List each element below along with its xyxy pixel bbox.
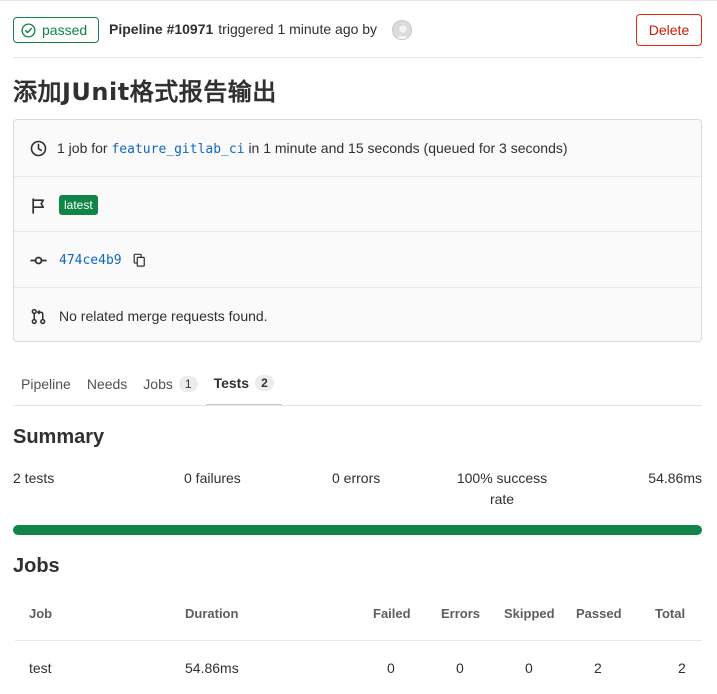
tab-tests-label: Tests: [213, 375, 250, 391]
tab-tests[interactable]: Tests 2: [205, 362, 282, 406]
cell-job-name[interactable]: test: [29, 660, 52, 676]
tab-jobs-label: Jobs: [143, 376, 173, 392]
cell-duration: 54.86ms: [185, 660, 239, 676]
cell-failed: 0: [387, 660, 395, 676]
avatar[interactable]: [392, 20, 412, 40]
column-header-total[interactable]: Total: [655, 606, 685, 621]
success-rate-line1: 100% success: [456, 470, 548, 486]
commit-row: 474ce4b9: [14, 231, 701, 288]
column-header-duration[interactable]: Duration: [185, 606, 238, 621]
cell-skipped: 0: [525, 660, 533, 676]
cell-passed: 2: [594, 660, 602, 676]
tab-pipeline-label: Pipeline: [21, 376, 71, 392]
tab-needs-label: Needs: [86, 376, 128, 392]
summary-success-rate: 100% success rate: [452, 468, 552, 510]
jobs-heading: Jobs: [13, 555, 60, 577]
success-rate-line2: rate: [489, 491, 515, 507]
column-header-errors[interactable]: Errors: [441, 606, 480, 621]
branch-link[interactable]: feature_gitlab_ci: [111, 142, 244, 157]
pipeline-info-card: 1 job for feature_gitlab_ci in 1 minute …: [13, 119, 702, 342]
summary-errors: 0 errors: [332, 470, 381, 486]
status-label: passed: [42, 22, 88, 38]
duration-row: 1 job for feature_gitlab_ci in 1 minute …: [14, 120, 701, 176]
tabs-divider: [13, 405, 702, 406]
success-progress-fill: [13, 525, 702, 535]
tab-pipeline[interactable]: Pipeline: [13, 362, 79, 406]
tab-needs[interactable]: Needs: [79, 362, 135, 406]
success-progress-bar: [13, 525, 702, 535]
job-duration-text: in 1 minute and 15 seconds (queued for 3…: [248, 139, 568, 156]
badges-row: latest: [14, 176, 701, 233]
tab-jobs-count: 1: [178, 376, 198, 392]
clock-icon: [30, 140, 47, 156]
tab-tests-count: 2: [255, 375, 274, 391]
summary-tests: 2 tests: [13, 470, 55, 486]
flag-icon: [32, 197, 45, 214]
column-header-passed[interactable]: Passed: [576, 606, 622, 621]
column-header-job[interactable]: Job: [29, 606, 52, 621]
merge-requests-text: No related merge requests found.: [59, 308, 268, 324]
triggered-text: triggered 1 minute ago by: [218, 21, 378, 37]
status-badge[interactable]: passed: [13, 17, 99, 43]
pipeline-header: Pipeline #10971 triggered 1 minute ago b…: [109, 21, 377, 37]
pipeline-id: Pipeline #10971: [109, 21, 214, 37]
header-divider: [13, 57, 702, 58]
column-header-failed[interactable]: Failed: [373, 606, 411, 621]
merge-request-icon: [31, 308, 46, 324]
cell-errors: 0: [456, 660, 464, 676]
delete-button[interactable]: Delete: [636, 14, 702, 46]
summary-duration: 54.86ms: [648, 470, 702, 486]
copy-icon[interactable]: [132, 253, 146, 267]
summary-failures: 0 failures: [184, 470, 241, 486]
merge-request-row: No related merge requests found.: [14, 287, 701, 344]
pipeline-tabs: Pipeline Needs Jobs 1 Tests 2: [13, 362, 282, 406]
commit-icon: [30, 256, 47, 264]
column-header-skipped[interactable]: Skipped: [504, 606, 555, 621]
user-avatar-icon: [396, 25, 410, 39]
page-title: 添加JUnit格式报告输出: [13, 78, 277, 106]
tab-jobs[interactable]: Jobs 1: [135, 362, 205, 406]
top-border: [0, 0, 717, 1]
check-circle-icon: [21, 22, 36, 38]
summary-heading: Summary: [13, 426, 105, 448]
latest-badge[interactable]: latest: [59, 195, 98, 215]
job-prefix: 1 job for: [57, 139, 108, 156]
cell-total: 2: [678, 660, 686, 676]
commit-sha-link[interactable]: 474ce4b9: [59, 253, 122, 268]
table-divider: [15, 640, 702, 641]
